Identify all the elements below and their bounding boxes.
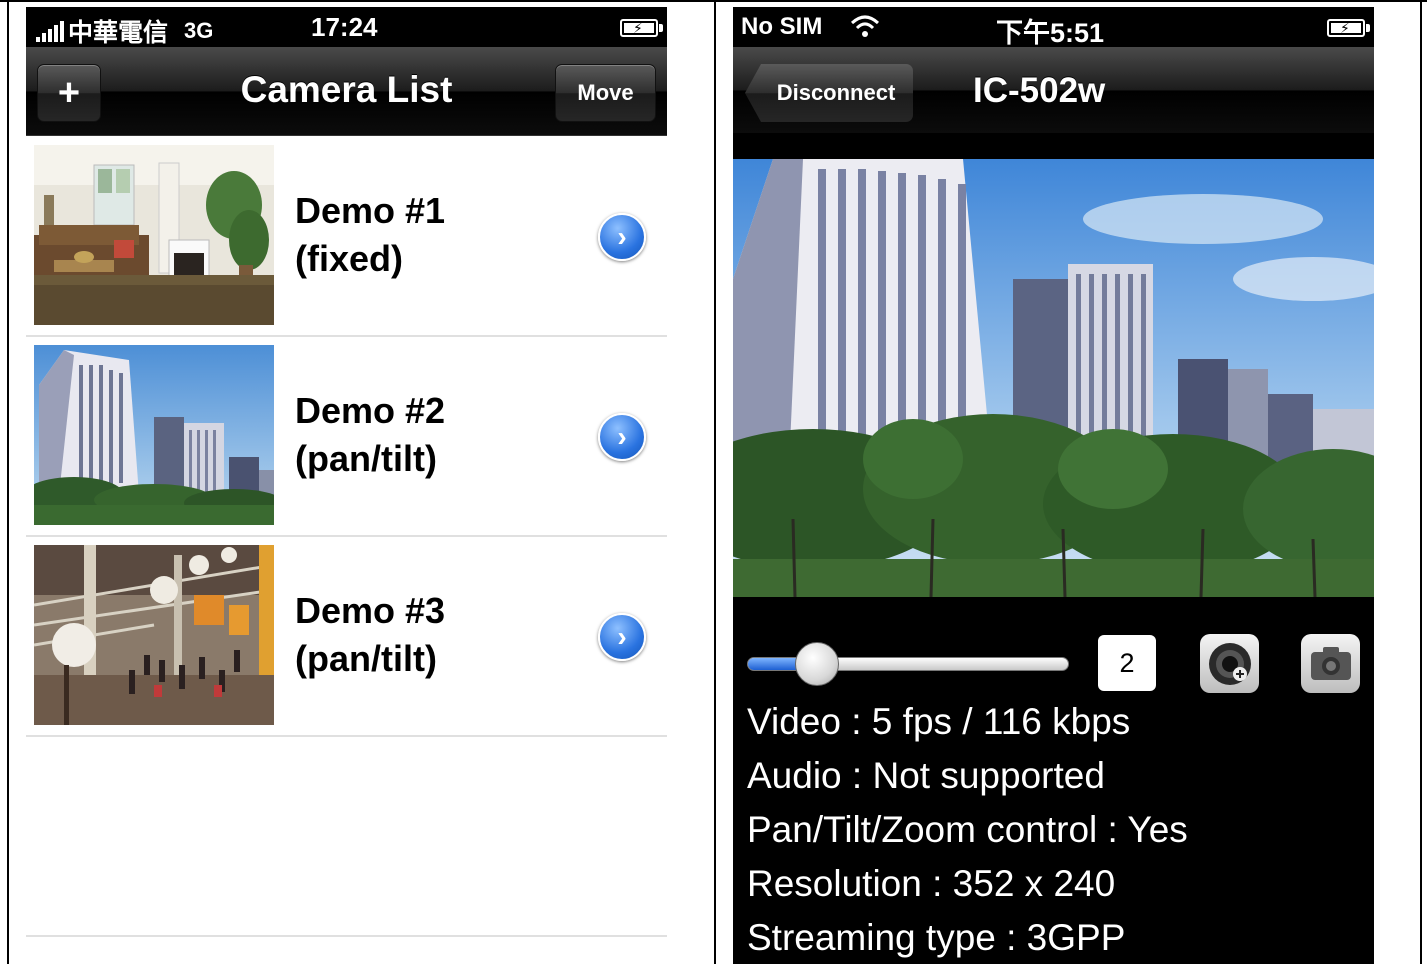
live-video-view[interactable] bbox=[733, 159, 1374, 597]
camera-thumbnail-atrium bbox=[34, 545, 274, 725]
move-button[interactable]: Move bbox=[555, 64, 656, 122]
chevron-right-icon[interactable]: › bbox=[598, 613, 646, 661]
camera-icon bbox=[1310, 646, 1351, 680]
ptz-info: Pan/Tilt/Zoom control : Yes bbox=[747, 809, 1188, 850]
empty-list-row bbox=[26, 737, 667, 937]
camera-view-screen: No SIM 下午5:51 ⚡ Disconnect IC-502w 2 Vid… bbox=[733, 7, 1374, 964]
network-type: 3G bbox=[184, 18, 214, 43]
camera-title: IC-502w bbox=[973, 71, 1106, 110]
camera-list: Demo #1 (fixed) › Demo #2 (pan/tilt) › D… bbox=[26, 137, 667, 937]
camera-list-screen: 中華電信 3G 17:24 ⚡ + Camera List Move Demo … bbox=[26, 7, 667, 964]
document-frame: 中華電信 3G 17:24 ⚡ + Camera List Move Demo … bbox=[0, 0, 1427, 964]
resolution-info: Resolution : 352 x 240 bbox=[747, 863, 1116, 904]
camera-row-demo-3[interactable]: Demo #3 (pan/tilt) › bbox=[26, 537, 667, 737]
record-button[interactable] bbox=[1200, 634, 1259, 693]
camera-thumbnail-living-room bbox=[34, 145, 274, 325]
wifi-icon bbox=[850, 15, 880, 37]
camera-thumbnail-buildings bbox=[34, 345, 274, 525]
audio-info: Audio : Not supported bbox=[747, 755, 1105, 796]
slider-knob[interactable] bbox=[795, 642, 839, 686]
carrier-info: 中華電信 3G bbox=[36, 13, 213, 49]
battery-icon: ⚡ bbox=[1327, 19, 1370, 37]
carrier-name: No SIM bbox=[741, 13, 823, 40]
navigation-bar: + Camera List Move bbox=[26, 47, 667, 136]
camera-name-line1: Demo #1 bbox=[295, 190, 446, 231]
battery-icon: ⚡ bbox=[620, 19, 663, 37]
status-bar: 中華電信 3G 17:24 ⚡ bbox=[26, 7, 667, 47]
camera-row-demo-2[interactable]: Demo #2 (pan/tilt) › bbox=[26, 337, 667, 537]
control-bar: 2 bbox=[733, 629, 1374, 699]
signal-icon bbox=[36, 20, 64, 42]
camera-name-line2: (pan/tilt) bbox=[295, 438, 437, 479]
camera-name-line1: Demo #2 bbox=[295, 390, 446, 431]
camera-name: Demo #3 (pan/tilt) bbox=[295, 587, 445, 683]
status-bar: No SIM 下午5:51 ⚡ bbox=[733, 7, 1374, 48]
table-border-middle bbox=[714, 0, 716, 964]
snapshot-button[interactable] bbox=[1301, 634, 1360, 693]
camera-name: Demo #1 (fixed) bbox=[295, 187, 445, 283]
table-border-right bbox=[1420, 0, 1422, 964]
camera-name: Demo #2 (pan/tilt) bbox=[295, 387, 445, 483]
status-time: 17:24 bbox=[311, 12, 378, 42]
camera-row-demo-1[interactable]: Demo #1 (fixed) › bbox=[26, 137, 667, 337]
zoom-level: 2 bbox=[1098, 635, 1156, 691]
camera-name-line1: Demo #3 bbox=[295, 590, 446, 631]
record-icon bbox=[1208, 642, 1251, 685]
streaming-info: Streaming type : 3GPP bbox=[747, 917, 1126, 958]
stream-info: Video : 5 fps / 116 kbps Audio : Not sup… bbox=[747, 695, 1188, 964]
chevron-right-icon[interactable]: › bbox=[598, 413, 646, 461]
table-border-left bbox=[7, 0, 9, 964]
chevron-right-icon[interactable]: › bbox=[598, 213, 646, 261]
camera-name-line2: (fixed) bbox=[295, 238, 403, 279]
camera-name-line2: (pan/tilt) bbox=[295, 638, 437, 679]
carrier-name: 中華電信 bbox=[68, 19, 169, 47]
video-info: Video : 5 fps / 116 kbps bbox=[747, 701, 1131, 742]
navigation-bar: Disconnect IC-502w bbox=[733, 47, 1374, 133]
disconnect-button[interactable]: Disconnect bbox=[745, 64, 913, 122]
status-time: 下午5:51 bbox=[996, 18, 1105, 48]
